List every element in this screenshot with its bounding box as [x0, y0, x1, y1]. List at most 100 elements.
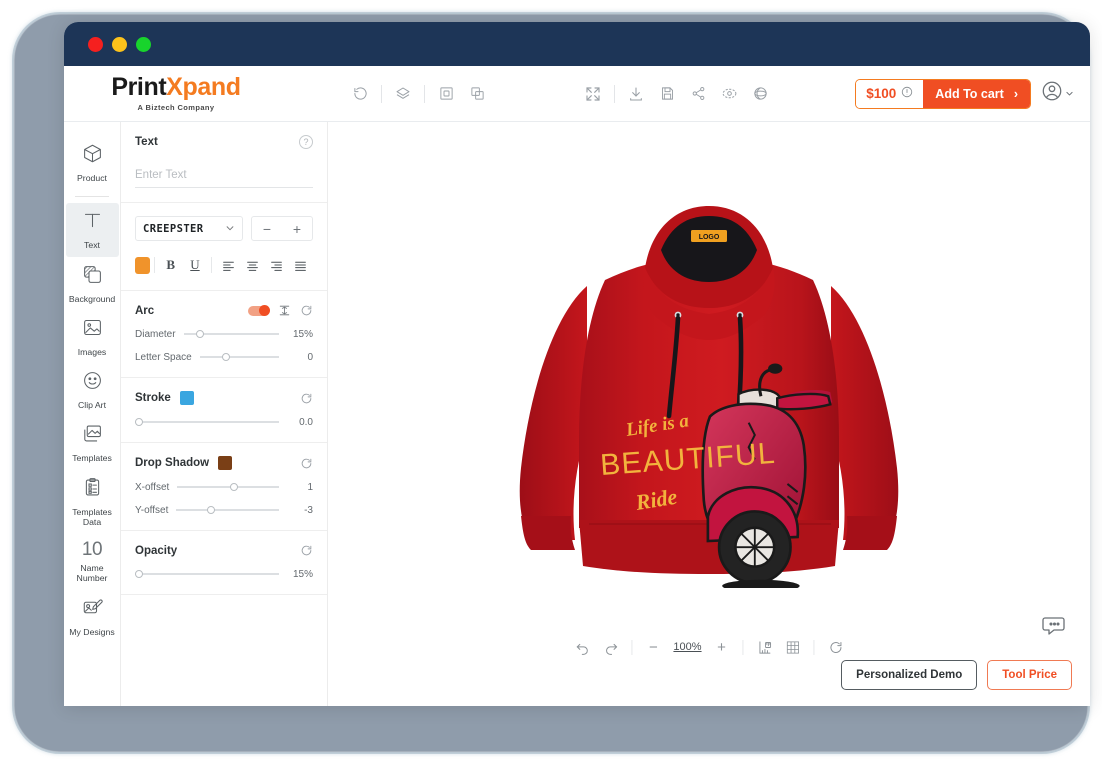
logo-x: X [166, 73, 183, 101]
grid-icon[interactable] [780, 634, 806, 660]
zoom-level[interactable]: 100% [668, 641, 706, 653]
personalized-demo-button[interactable]: Personalized Demo [841, 660, 978, 690]
reset-icon[interactable] [346, 80, 374, 108]
x-offset-label: X-offset [135, 481, 170, 493]
reset-circle-icon[interactable] [823, 634, 849, 660]
close-window-button[interactable] [88, 36, 103, 52]
x-offset-slider[interactable] [177, 481, 279, 493]
header-right-actions: $100 Add To cart › [855, 78, 1074, 109]
sidebar-item-background[interactable]: Background [66, 257, 119, 310]
undo-icon[interactable] [569, 634, 595, 660]
account-menu[interactable] [1041, 80, 1074, 107]
arc-toggle[interactable] [248, 304, 270, 316]
smiley-icon [82, 370, 103, 396]
divider [631, 639, 633, 655]
reset-circle-icon[interactable] [300, 392, 313, 405]
text-style-row: B U [135, 254, 313, 276]
opacity-slider[interactable] [135, 568, 279, 580]
price-value: $100 [866, 86, 897, 101]
divider [211, 257, 212, 273]
opacity-header: Opacity [135, 544, 313, 557]
sidebar-item-product[interactable]: Product [66, 136, 119, 189]
header-left-toolbar [346, 80, 491, 108]
cube-icon [82, 143, 103, 169]
reset-circle-icon[interactable] [300, 457, 313, 470]
sidebar-item-label: Name Number [76, 563, 108, 584]
hoodie-svg: LOGO Life is a BEAUTIFUL Ride [519, 206, 899, 593]
diameter-value: 15% [292, 328, 313, 340]
save-icon[interactable] [653, 80, 681, 108]
download-icon[interactable] [622, 80, 650, 108]
section-title: Stroke [135, 392, 171, 404]
text-input[interactable] [135, 159, 313, 188]
text-section-header: Text ? [135, 135, 313, 149]
app-logo[interactable]: PrintXpand A Biztech Company [78, 73, 274, 113]
align-right-button[interactable] [264, 254, 288, 276]
three-d-view-icon[interactable] [746, 80, 774, 108]
duplicate-icon[interactable] [432, 80, 460, 108]
y-offset-control: Y-offset -3 [135, 504, 313, 516]
divider [742, 639, 744, 655]
fullscreen-icon[interactable] [579, 80, 607, 108]
stroke-value: 0.0 [299, 416, 313, 428]
bold-button[interactable]: B [159, 254, 183, 276]
align-center-button[interactable] [240, 254, 264, 276]
ruler-icon[interactable] [752, 634, 778, 660]
letter-space-slider[interactable] [199, 351, 279, 363]
underline-button[interactable]: U [183, 254, 207, 276]
y-offset-slider[interactable] [176, 504, 279, 516]
stroke-slider[interactable] [135, 416, 279, 428]
font-size-decrease[interactable]: − [263, 222, 271, 236]
flip-text-icon[interactable] [278, 304, 291, 317]
redo-icon[interactable] [597, 634, 623, 660]
divider [813, 639, 815, 655]
font-size-increase[interactable]: + [293, 222, 301, 236]
maximize-window-button[interactable] [136, 36, 151, 52]
tool-price-button[interactable]: Tool Price [987, 660, 1072, 690]
stroke-color-swatch[interactable] [179, 391, 194, 405]
letter-space-value: 0 [307, 351, 313, 363]
reset-circle-icon[interactable] [300, 304, 313, 317]
chat-bubble-icon[interactable] [1040, 614, 1068, 644]
share-icon[interactable] [684, 80, 712, 108]
sidebar-item-clip-art[interactable]: Clip Art [66, 363, 119, 416]
canvas-bottom-toolbar: − 100% + [561, 630, 857, 664]
sidebar-item-text[interactable]: Text [65, 203, 119, 257]
layers-icon[interactable] [389, 80, 417, 108]
diameter-control: Diameter 15% [135, 328, 313, 340]
diameter-slider[interactable] [183, 328, 279, 340]
zoom-in-button[interactable]: + [709, 634, 735, 660]
letter-space-label: Letter Space [135, 351, 192, 363]
text-t-icon [82, 210, 103, 236]
sidebar-item-my-designs[interactable]: My Designs [66, 590, 119, 643]
question-mark-icon[interactable]: ? [299, 135, 313, 149]
text-color-swatch[interactable] [135, 256, 150, 274]
svg-text:LOGO: LOGO [699, 234, 720, 241]
align-left-button[interactable] [216, 254, 240, 276]
design-canvas[interactable]: LOGO Life is a BEAUTIFUL Ride − 100% + P… [328, 122, 1090, 706]
sidebar-item-templates[interactable]: Templates [66, 416, 119, 469]
screenshot-stage: PrintXpand A Biztech Company $100 Add To… [0, 0, 1102, 766]
image-icon [82, 317, 103, 343]
sidebar-item-images[interactable]: Images [66, 310, 119, 363]
price-display[interactable]: $100 [856, 79, 924, 108]
text-section: Text ? [121, 122, 327, 203]
hoodie-mockup[interactable]: LOGO Life is a BEAUTIFUL Ride [479, 168, 939, 593]
group-icon[interactable] [463, 80, 491, 108]
sidebar-item-name-number[interactable]: 10 Name Number [66, 533, 119, 590]
minimize-window-button[interactable] [112, 36, 127, 52]
drop-shadow-color-swatch[interactable] [218, 456, 233, 470]
zoom-out-button[interactable]: − [640, 634, 666, 660]
add-to-cart-button[interactable]: Add To cart › [923, 79, 1030, 108]
font-family-select[interactable]: CREEPSTER [135, 216, 243, 241]
product-preview[interactable]: LOGO Life is a BEAUTIFUL Ride [328, 122, 1090, 634]
chevron-right-icon: › [1013, 86, 1018, 101]
stroke-section: Stroke 0.0 [121, 378, 327, 443]
preview-eye-icon[interactable] [715, 80, 743, 108]
reset-circle-icon[interactable] [300, 544, 313, 557]
align-justify-button[interactable] [289, 254, 313, 276]
canvas-corner-actions: Personalized Demo Tool Price [841, 660, 1072, 690]
divider [75, 196, 109, 198]
info-icon[interactable] [901, 85, 913, 103]
sidebar-item-templates-data[interactable]: Templates Data [66, 470, 119, 534]
